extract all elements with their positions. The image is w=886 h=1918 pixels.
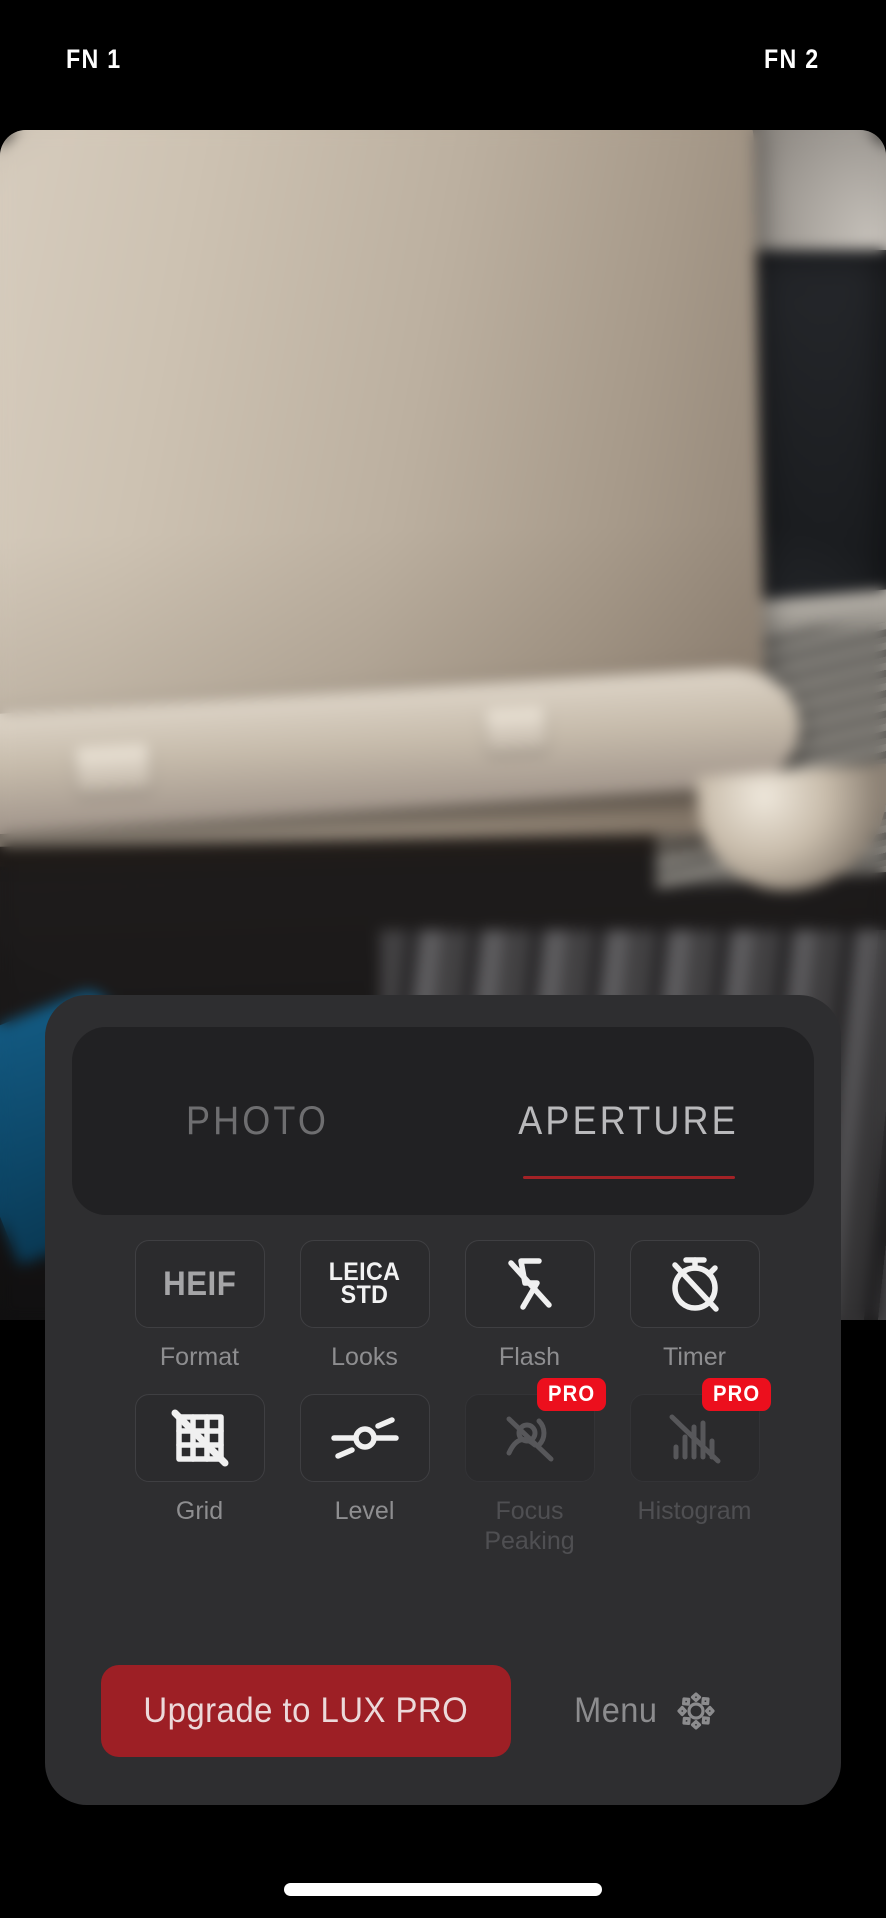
tool-grid: HEIF Format LEICA STD Looks Flash Timer …	[117, 1240, 777, 1556]
tool-histogram-label: Histogram	[637, 1497, 752, 1525]
tool-histogram[interactable]: PRO Histogram	[612, 1378, 777, 1556]
tool-grid-label: Grid	[175, 1497, 224, 1525]
tool-format-box[interactable]: HEIF	[134, 1240, 265, 1328]
tool-level-label: Level	[334, 1497, 395, 1525]
level-icon	[330, 1417, 399, 1459]
camera-controls-panel: PHOTO APERTURE HEIF Format LEICA STD Look…	[45, 995, 841, 1805]
fn1-button[interactable]: FN 1	[66, 44, 121, 75]
tab-aperture-label: APERTURE	[518, 1098, 739, 1143]
tool-histogram-box[interactable]: PRO	[629, 1378, 772, 1482]
menu-button-label: Menu	[574, 1691, 658, 1730]
mode-tab-switcher: PHOTO APERTURE	[72, 1027, 814, 1215]
pro-badge: PRO	[537, 1378, 607, 1411]
tool-level[interactable]: Level	[282, 1394, 447, 1556]
tool-focus-peaking-label: Focus Peaking	[484, 1497, 575, 1555]
tab-active-underline	[522, 1176, 735, 1179]
histogram-off-icon	[669, 1414, 720, 1464]
heif-text: HEIF	[162, 1264, 237, 1303]
tool-flash-box[interactable]	[464, 1240, 595, 1328]
home-indicator[interactable]	[284, 1883, 602, 1896]
pro-badge: PRO	[702, 1378, 772, 1411]
tool-level-box[interactable]	[299, 1394, 430, 1482]
top-function-bar: FN 1 FN 2	[0, 0, 886, 130]
leica-std-text: LEICA STD	[329, 1259, 401, 1309]
flash-off-icon	[507, 1258, 552, 1310]
tool-timer[interactable]: Timer	[612, 1240, 777, 1372]
panel-footer: Upgrade to LUX PRO Menu	[45, 1659, 841, 1763]
tool-grid-toggle[interactable]: Grid	[117, 1394, 282, 1556]
tool-flash-label: Flash	[498, 1343, 561, 1371]
tool-timer-label: Timer	[663, 1343, 726, 1371]
tab-aperture[interactable]: APERTURE	[443, 1027, 814, 1215]
tab-photo[interactable]: PHOTO	[72, 1027, 443, 1215]
tool-flash[interactable]: Flash	[447, 1240, 612, 1372]
tool-looks-box[interactable]: LEICA STD	[299, 1240, 430, 1328]
focus-peaking-off-icon	[506, 1416, 553, 1462]
tool-focus-peaking-box[interactable]: PRO	[464, 1378, 607, 1482]
tool-looks-label: Looks	[331, 1343, 398, 1371]
upgrade-button-label: Upgrade to LUX PRO	[143, 1691, 469, 1730]
tool-focus-peaking[interactable]: PRO Focus Peaking	[447, 1378, 612, 1556]
menu-button[interactable]: Menu	[571, 1690, 717, 1732]
grid-off-icon	[171, 1409, 228, 1467]
tool-format-label: Format	[159, 1343, 240, 1371]
tool-format[interactable]: HEIF Format	[117, 1240, 282, 1372]
tool-looks[interactable]: LEICA STD Looks	[282, 1240, 447, 1372]
fn2-button[interactable]: FN 2	[765, 44, 820, 75]
tool-grid-box[interactable]	[134, 1394, 265, 1482]
tool-timer-box[interactable]	[629, 1240, 760, 1328]
timer-off-icon	[671, 1257, 719, 1312]
tab-photo-label: PHOTO	[185, 1098, 330, 1143]
gear-icon	[676, 1692, 715, 1730]
leica-line-2: STD	[340, 1281, 389, 1309]
upgrade-to-lux-pro-button[interactable]: Upgrade to LUX PRO	[101, 1665, 511, 1757]
